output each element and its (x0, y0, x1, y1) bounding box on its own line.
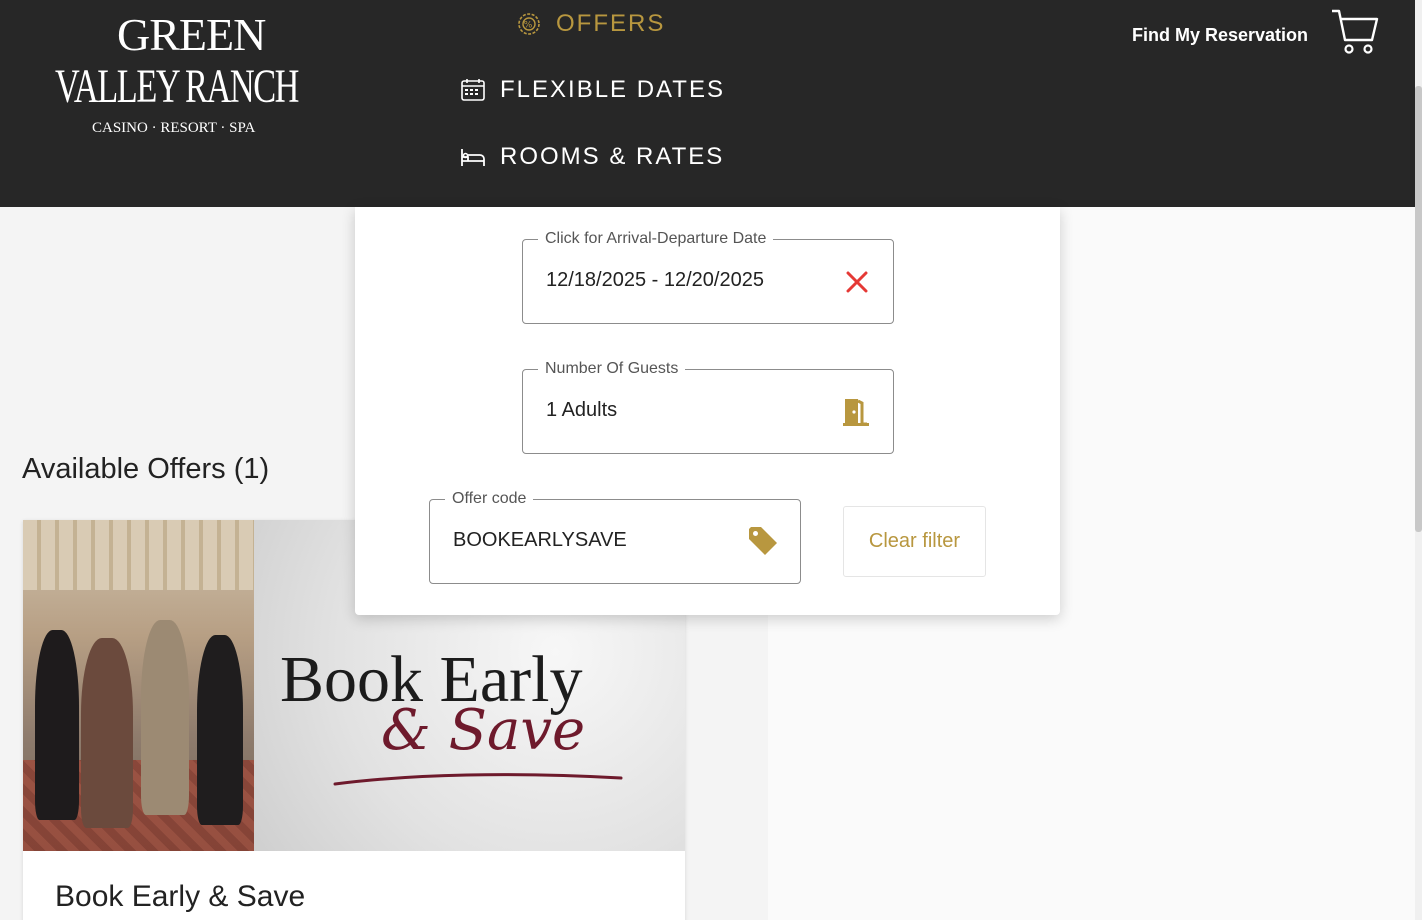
date-field-value: 12/18/2025 - 12/20/2025 (546, 269, 764, 291)
date-field-label: Click for Arrival-Departure Date (538, 230, 774, 248)
available-offers-heading: Available Offers (1) (22, 453, 270, 485)
offer-title[interactable]: Book Early & Save (55, 880, 305, 914)
nav-offers[interactable]: % OFFERS (516, 10, 665, 38)
svg-text:%: % (524, 21, 535, 31)
site-header: GREEN VALLEY RANCH CASINO · RESORT · SPA… (0, 0, 1415, 207)
promo-subtitle: & Save (381, 698, 586, 763)
nav-rooms-rates[interactable]: ROOMS & RATES (460, 143, 724, 171)
number-of-guests-field[interactable]: Number Of Guests 1 Adults (522, 360, 894, 454)
offer-code-value: BOOKEARLYSAVE (453, 529, 627, 551)
green-valley-ranch-logo[interactable]: GREEN VALLEY RANCH CASINO · RESORT · SPA (55, 2, 300, 142)
find-my-reservation-link[interactable]: Find My Reservation (1132, 25, 1308, 46)
logo-line2: VALLEY RANCH (55, 60, 299, 113)
offer-code-field[interactable]: Offer code BOOKEARLYSAVE (429, 490, 801, 584)
guests-field-value: 1 Adults (546, 399, 618, 421)
clear-x-icon[interactable] (843, 268, 871, 296)
nav-rooms-rates-label: ROOMS & RATES (500, 143, 725, 170)
cart-icon[interactable] (1330, 7, 1380, 57)
promo-underline (333, 773, 623, 786)
nav-offers-label: OFFERS (556, 10, 666, 37)
calendar-icon (460, 77, 486, 103)
offer-photo-women (23, 520, 254, 851)
guests-field-label: Number Of Guests (538, 360, 686, 378)
offer-code-label: Offer code (445, 490, 534, 508)
bed-icon (460, 144, 486, 170)
page-scrollbar-thumb[interactable] (1415, 86, 1422, 532)
search-filter-panel: Click for Arrival-Departure Date 12/18/2… (355, 207, 1060, 615)
tag-icon (746, 524, 780, 558)
logo-line1: GREEN (117, 9, 266, 60)
arrival-departure-date-field[interactable]: Click for Arrival-Departure Date 12/18/2… (522, 230, 894, 324)
offer-badge-icon: % (516, 11, 542, 37)
clear-filter-button[interactable]: Clear filter (843, 506, 986, 577)
nav-flexible-dates[interactable]: FLEXIBLE DATES (460, 76, 725, 104)
nav-flexible-dates-label: FLEXIBLE DATES (500, 76, 725, 103)
logo-tagline: CASINO · RESORT · SPA (92, 120, 255, 136)
door-icon[interactable] (841, 395, 871, 427)
